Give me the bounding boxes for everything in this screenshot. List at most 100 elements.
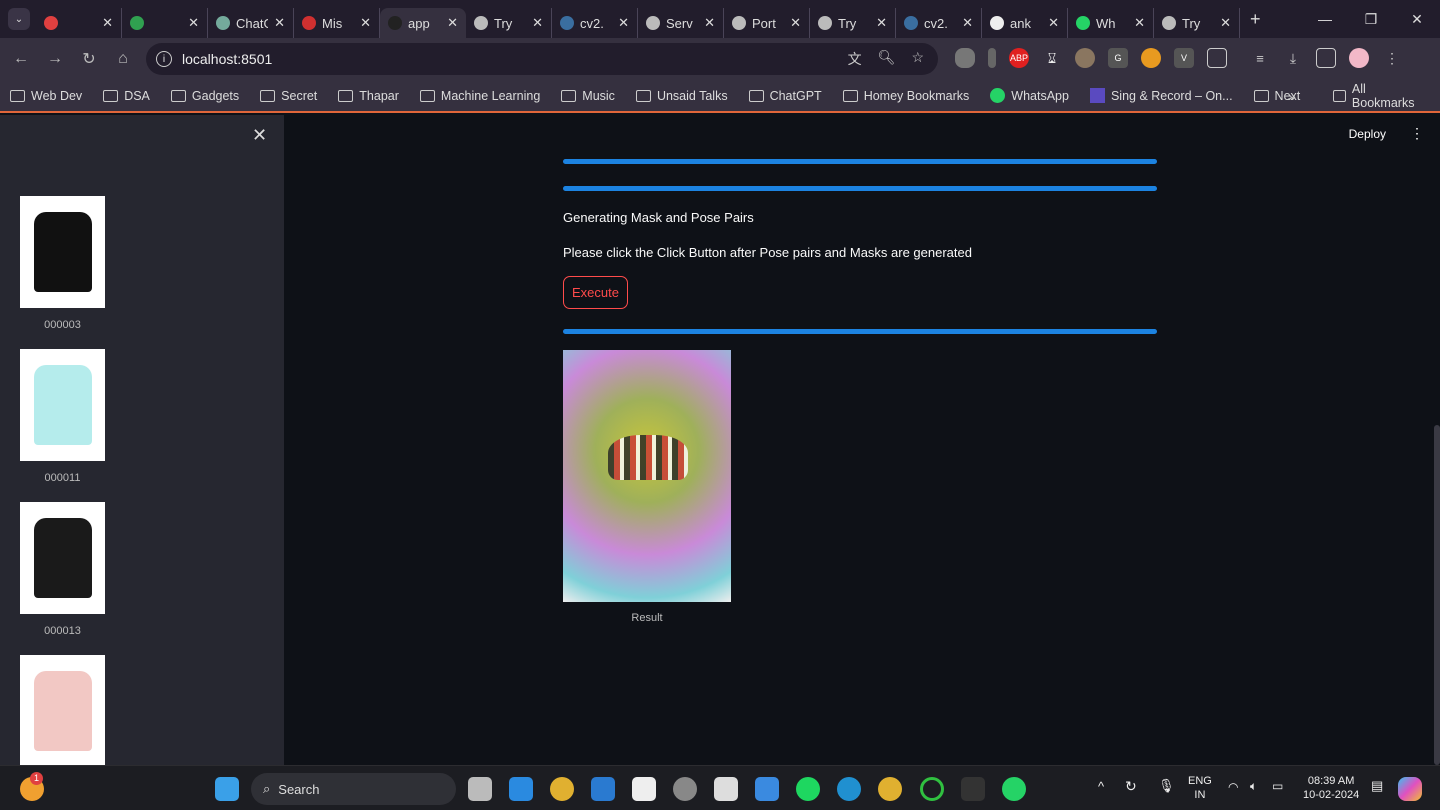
mail-icon[interactable]: [509, 777, 533, 801]
terminal-icon[interactable]: [961, 777, 985, 801]
new-tab-button[interactable]: +: [1250, 9, 1261, 30]
bookmark-item[interactable]: Thapar: [338, 88, 399, 103]
cloth-thumbnail[interactable]: [20, 196, 105, 308]
tab[interactable]: ✕: [122, 8, 208, 38]
profile-avatar[interactable]: [1349, 48, 1369, 68]
sidebar-cloth-item[interactable]: [20, 655, 105, 778]
bookmark-item[interactable]: Machine Learning: [419, 88, 540, 103]
tab[interactable]: Mis ✕: [294, 8, 380, 38]
all-bookmarks[interactable]: All Bookmarks: [1333, 82, 1419, 110]
address-bar[interactable]: i localhost:8501 文 🔍︎ ☆: [146, 43, 938, 75]
sync-icon[interactable]: ↻: [1125, 779, 1137, 793]
bookmark-item[interactable]: Secret: [260, 88, 317, 103]
close-tab-icon[interactable]: ✕: [876, 15, 887, 31]
tab[interactable]: Try ✕: [810, 8, 896, 38]
snipping-tool-icon[interactable]: [714, 777, 738, 801]
media-control-icon[interactable]: ≡: [1250, 48, 1270, 68]
tab[interactable]: Try ✕: [466, 8, 552, 38]
chrome-icon[interactable]: [550, 777, 574, 801]
sidebar-cloth-item[interactable]: 000011: [20, 349, 105, 484]
sidebar-cloth-item[interactable]: 000013: [20, 502, 105, 637]
notifications-icon[interactable]: ▤: [1371, 779, 1383, 793]
owl-extension-icon[interactable]: [1075, 48, 1095, 68]
restore-button[interactable]: ❐: [1348, 0, 1394, 38]
clock[interactable]: 08:39 AM 10-02-2024: [1303, 774, 1359, 802]
close-tab-icon[interactable]: ✕: [704, 15, 715, 31]
close-tab-icon[interactable]: ✕: [447, 15, 458, 31]
tab[interactable]: Serv ✕: [638, 8, 724, 38]
start-button[interactable]: [215, 777, 239, 801]
close-tab-icon[interactable]: ✕: [274, 15, 285, 31]
settings-icon[interactable]: [673, 777, 697, 801]
close-tab-icon[interactable]: ✕: [360, 15, 371, 31]
tab[interactable]: cv2. ✕: [896, 8, 982, 38]
taskbar-search[interactable]: ⌕ Search: [251, 773, 456, 805]
language-indicator[interactable]: ENG IN: [1188, 774, 1212, 802]
more-bookmarks-icon[interactable]: »: [1288, 88, 1296, 104]
close-sidebar-button[interactable]: ✕: [252, 125, 267, 146]
close-window-button[interactable]: ✕: [1394, 0, 1440, 38]
forward-button[interactable]: →: [38, 50, 72, 68]
close-tab-icon[interactable]: ✕: [790, 15, 801, 31]
bookmark-item[interactable]: DSA: [103, 88, 150, 103]
home-button[interactable]: ⌂: [106, 50, 140, 68]
extension-icon[interactable]: [1141, 48, 1161, 68]
execute-button[interactable]: Execute: [563, 276, 628, 309]
adblock-icon[interactable]: ABP: [1009, 48, 1029, 68]
cloth-thumbnail[interactable]: [20, 349, 105, 461]
extensions-puzzle-icon[interactable]: [1207, 48, 1227, 68]
minimize-button[interactable]: —: [1302, 0, 1348, 38]
wifi-icon[interactable]: ◠: [1228, 780, 1238, 794]
bookmark-item[interactable]: ChatGPT: [748, 88, 822, 103]
grammar-extension-icon[interactable]: G: [1108, 48, 1128, 68]
tab[interactable]: Wh ✕: [1068, 8, 1154, 38]
microphone-icon[interactable]: 🎙︎: [1158, 779, 1175, 793]
tab[interactable]: ChatGPT ✕: [208, 8, 294, 38]
tab[interactable]: ank ✕: [982, 8, 1068, 38]
deploy-button[interactable]: Deploy: [1349, 127, 1386, 141]
bookmark-item[interactable]: Homey Bookmarks: [842, 88, 969, 103]
browser-menu-icon[interactable]: ⋮: [1382, 48, 1402, 68]
cloth-thumbnail[interactable]: [20, 655, 105, 767]
tab[interactable]: ✕: [36, 8, 122, 38]
bookmark-item[interactable]: Music: [561, 88, 615, 103]
download-icon[interactable]: ⤓: [1283, 48, 1303, 68]
main-menu-icon[interactable]: ⋮: [1410, 125, 1424, 142]
copilot-icon[interactable]: [1398, 777, 1422, 801]
sidebar-cloth-item[interactable]: 000003: [20, 196, 105, 331]
close-tab-icon[interactable]: ✕: [1134, 15, 1145, 31]
tray-chevron-icon[interactable]: ^: [1098, 780, 1104, 794]
shield-extension-icon[interactable]: [955, 48, 975, 68]
chrome-profile-icon[interactable]: [878, 777, 902, 801]
close-tab-icon[interactable]: ✕: [618, 15, 629, 31]
app-icon[interactable]: [920, 777, 944, 801]
bookmark-item[interactable]: Sing & Record – On...: [1089, 88, 1233, 103]
tab[interactable]: Port ✕: [724, 8, 810, 38]
tab-search-button[interactable]: ⌄: [8, 8, 30, 30]
spotify-icon[interactable]: [796, 777, 820, 801]
tab[interactable]: Try ✕: [1154, 8, 1240, 38]
site-info-icon[interactable]: i: [156, 51, 172, 67]
close-tab-icon[interactable]: ✕: [1220, 15, 1231, 31]
cloth-thumbnail[interactable]: [20, 502, 105, 614]
back-button[interactable]: ←: [4, 50, 38, 68]
bookmark-item[interactable]: Unsaid Talks: [635, 88, 728, 103]
todo-icon[interactable]: [755, 777, 779, 801]
close-tab-icon[interactable]: ✕: [102, 15, 113, 31]
side-panel-icon[interactable]: [1316, 48, 1336, 68]
task-view-icon[interactable]: [468, 777, 492, 801]
reload-button[interactable]: ↻: [72, 49, 106, 69]
bookmark-item[interactable]: Web Dev: [10, 88, 82, 103]
battery-icon[interactable]: ▭: [1272, 779, 1283, 793]
bookmark-star-icon[interactable]: ☆: [911, 49, 924, 69]
tab[interactable]: app ✕: [380, 8, 466, 38]
close-tab-icon[interactable]: ✕: [1048, 15, 1059, 31]
zoom-icon[interactable]: 🔍︎: [878, 49, 896, 69]
v-extension-icon[interactable]: V: [1174, 48, 1194, 68]
close-tab-icon[interactable]: ✕: [962, 15, 973, 31]
edge-icon[interactable]: [837, 777, 861, 801]
store-icon[interactable]: [632, 777, 656, 801]
translate-icon[interactable]: 文: [848, 49, 862, 69]
vscode-icon[interactable]: [591, 777, 615, 801]
hourglass-icon[interactable]: ⌛︎: [1042, 48, 1062, 68]
